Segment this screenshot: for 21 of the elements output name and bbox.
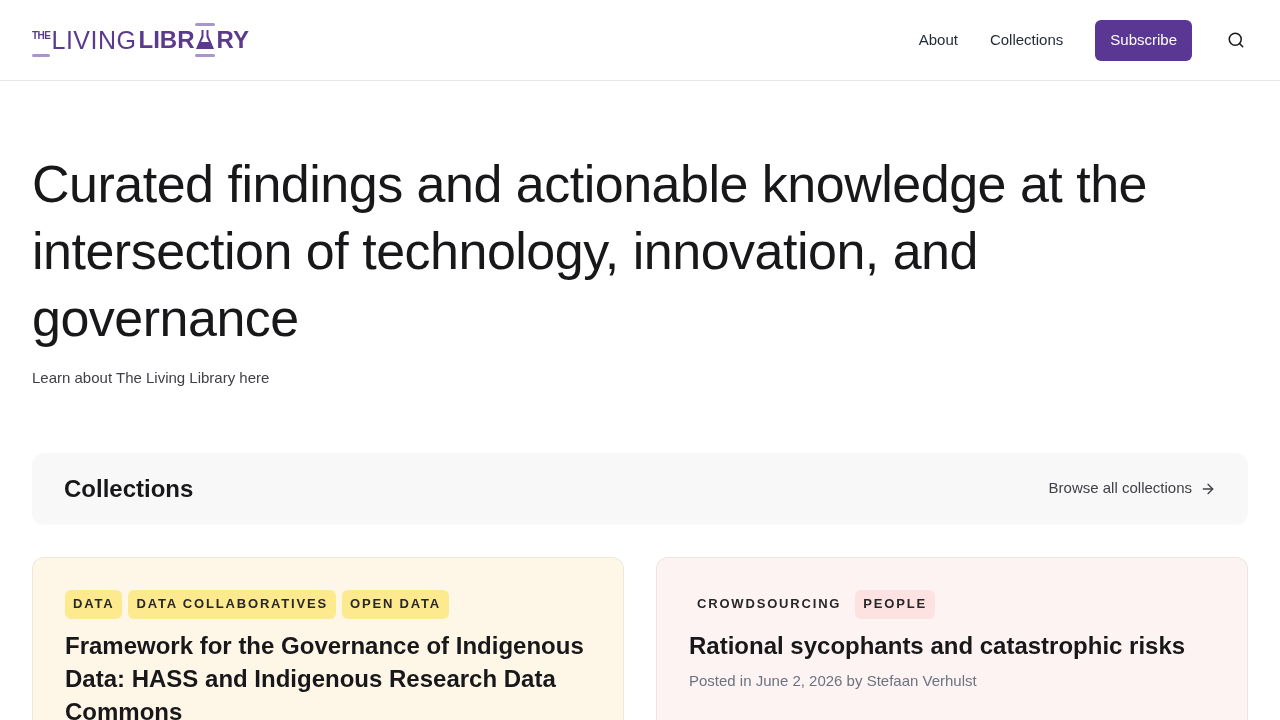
logo-text: LIBR [138, 28, 195, 52]
logo-text: THE [32, 31, 51, 41]
article-title-link[interactable]: Framework for the Governance of Indigenous Data: HASS and Indigenous Research Data Commons [65, 628, 591, 720]
hero-intro: Learn about The Living Library here [32, 368, 271, 388]
category-tag[interactable]: PEOPLE [855, 589, 935, 619]
article-byline: Posted in June 2, 2026 by Stefaan Verhulst [689, 670, 978, 691]
category-tag[interactable]: OPEN DATA [342, 589, 450, 619]
nav-link[interactable]: Collections [989, 28, 1064, 52]
subscribe-button[interactable]: Subscribe [1095, 19, 1192, 61]
article-title-link[interactable]: Rational sycophants and catastrophic risks [689, 628, 1215, 662]
category-tag[interactable]: DATA [65, 589, 123, 619]
logo-bar [32, 54, 50, 57]
logo-text: LIVING [51, 27, 137, 53]
category-tag[interactable]: DATA COLLABORATIVES [128, 589, 336, 619]
nav-link[interactable]: About [918, 28, 958, 52]
section-title: Collections [64, 473, 194, 504]
flask-icon [195, 23, 216, 57]
search-icon [1227, 31, 1245, 49]
hero-heading: Curated findings and actionable knowledge at the intersection of technology, innovation, and governance [32, 154, 1149, 349]
browse-link[interactable]: Browse all collections [1048, 477, 1216, 500]
logo-text: RY [216, 28, 249, 52]
